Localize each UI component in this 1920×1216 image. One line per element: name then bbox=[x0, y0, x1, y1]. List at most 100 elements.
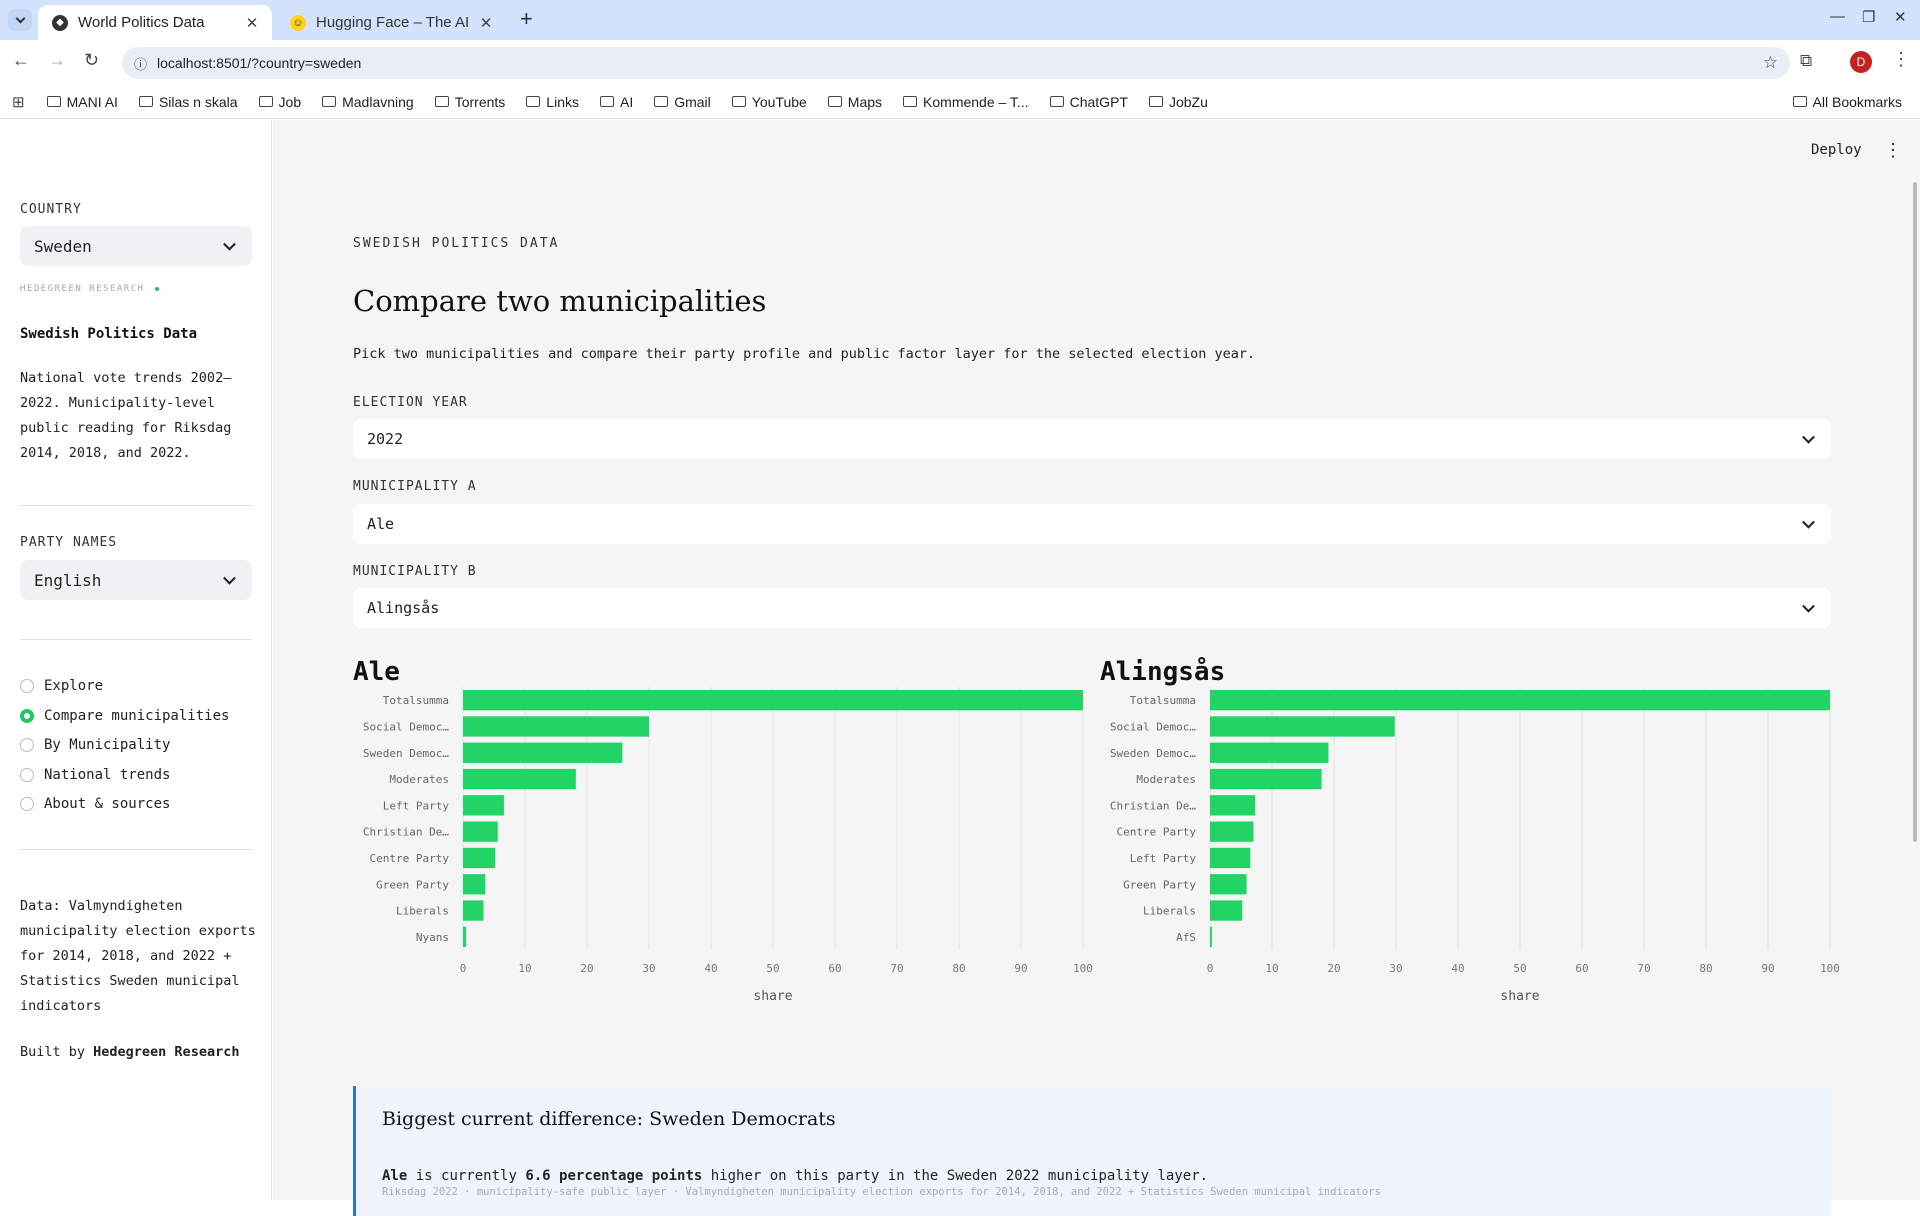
bar-sweden-democ- bbox=[1210, 742, 1329, 763]
bar-moderates bbox=[1210, 768, 1322, 790]
nav-label: By Municipality bbox=[44, 737, 171, 754]
radio-icon bbox=[20, 767, 34, 782]
bookmark-item[interactable]: Links bbox=[526, 94, 579, 110]
restore-icon[interactable]: ❐ bbox=[1862, 8, 1875, 26]
y-category-label: Left Party bbox=[1130, 852, 1197, 865]
x-tick-label: 0 bbox=[460, 962, 467, 975]
folder-icon bbox=[1792, 96, 1807, 107]
main-content: Deploy ⋮ SWEDISH POLITICS DATA Compare t… bbox=[273, 120, 1920, 1216]
tab-hugging-face[interactable]: ☺ Hugging Face – The AI community buildi… bbox=[276, 5, 506, 40]
election-year-select[interactable]: 2022 bbox=[353, 419, 1831, 459]
all-bookmarks[interactable]: All Bookmarks bbox=[1792, 94, 1902, 110]
extensions-icon[interactable]: ⧉ bbox=[1800, 51, 1812, 71]
x-tick-label: 20 bbox=[580, 962, 593, 975]
forward-arrow-icon[interactable]: → bbox=[48, 50, 66, 71]
bookmark-item[interactable]: MANI AI bbox=[46, 93, 118, 110]
tab-world-politics[interactable]: ◆ World Politics Data ✕ bbox=[38, 5, 272, 40]
bookmark-item[interactable]: Silas n skala bbox=[138, 94, 238, 110]
built-by-name: Hedegreen Research bbox=[93, 1044, 240, 1060]
bookmark-item[interactable]: Madlavning bbox=[322, 94, 414, 110]
callout-text-1: is currently bbox=[407, 1168, 526, 1184]
apps-grid-icon[interactable]: ⊞ bbox=[12, 93, 25, 111]
bar-sweden-democ- bbox=[463, 742, 623, 763]
party-names-label: PARTY NAMES bbox=[20, 535, 118, 550]
bar-green-party bbox=[463, 874, 486, 895]
nav-label: National trends bbox=[44, 766, 171, 783]
nav-label: Explore bbox=[44, 678, 104, 694]
bar-liberals bbox=[463, 900, 484, 921]
bookmark-item[interactable]: JobZu bbox=[1148, 94, 1208, 110]
election-year-value: 2022 bbox=[367, 430, 404, 448]
country-select[interactable]: Sweden bbox=[20, 226, 252, 266]
x-tick-label: 50 bbox=[1513, 962, 1526, 975]
minimize-icon[interactable]: — bbox=[1830, 8, 1845, 25]
deploy-button[interactable]: Deploy bbox=[1811, 142, 1862, 158]
address-bar[interactable]: ⓘ localhost:8501/?country=sweden ☆ bbox=[122, 47, 1790, 79]
new-tab-button[interactable]: + bbox=[520, 6, 533, 32]
nav-radio-compare-municipalities[interactable]: Compare municipalities bbox=[20, 708, 229, 724]
bookmark-star-icon[interactable]: ☆ bbox=[1763, 53, 1778, 73]
reload-icon[interactable]: ↻ bbox=[84, 50, 99, 71]
y-category-label: Moderates bbox=[389, 773, 449, 786]
close-tab-icon[interactable]: ✕ bbox=[240, 14, 264, 32]
close-window-icon[interactable]: ✕ bbox=[1894, 8, 1907, 26]
nav-radio-about-sources[interactable]: About & sources bbox=[20, 796, 170, 812]
bookmark-label: Maps bbox=[847, 93, 883, 110]
y-category-label: Totalsumma bbox=[383, 694, 449, 707]
x-tick-label: 70 bbox=[890, 962, 903, 975]
browser-menu-icon[interactable]: ⋮ bbox=[1892, 49, 1910, 70]
folder-icon bbox=[1049, 96, 1064, 107]
nav-radio-national-trends[interactable]: National trends bbox=[20, 767, 170, 783]
back-arrow-icon[interactable]: ← bbox=[12, 50, 30, 71]
url-text: localhost:8501/?country=sweden bbox=[157, 55, 362, 71]
page-subtitle: Pick two municipalities and compare thei… bbox=[353, 346, 1256, 362]
bookmark-item[interactable]: AI bbox=[599, 94, 633, 110]
party-names-select[interactable]: English bbox=[20, 560, 252, 600]
folder-icon bbox=[322, 96, 337, 107]
close-tab-icon[interactable]: ✕ bbox=[474, 14, 498, 32]
party-names-value: English bbox=[34, 570, 102, 590]
country-label: COUNTRY bbox=[20, 202, 82, 217]
app-menu-icon[interactable]: ⋮ bbox=[1884, 140, 1902, 161]
bar-afs bbox=[1210, 926, 1212, 947]
x-axis-label: share bbox=[1500, 989, 1539, 1004]
site-info-icon[interactable]: ⓘ bbox=[134, 54, 147, 73]
bookmark-label: MANI AI bbox=[66, 93, 118, 110]
bookmark-label: Gmail bbox=[674, 93, 711, 110]
callout-body: Ale is currently 6.6 percentage points h… bbox=[382, 1152, 1208, 1184]
bookmark-label: YouTube bbox=[751, 93, 807, 110]
bookmark-item[interactable]: Maps bbox=[827, 93, 883, 110]
folder-icon bbox=[903, 96, 918, 107]
chart-title: Alingsås bbox=[1100, 655, 1225, 687]
x-tick-label: 80 bbox=[952, 962, 965, 975]
municipality-a-value: Ale bbox=[367, 515, 395, 533]
x-tick-label: 60 bbox=[828, 962, 841, 975]
sidebar: COUNTRY Sweden HEDEGREEN RESEARCH Swedis… bbox=[0, 120, 272, 1200]
bookmark-item[interactable]: ChatGPT bbox=[1049, 93, 1128, 110]
bookmark-item[interactable]: Gmail bbox=[654, 94, 711, 110]
chevron-down-icon bbox=[1802, 430, 1815, 444]
folder-icon bbox=[1148, 96, 1163, 107]
folder-icon bbox=[654, 96, 669, 107]
callout-text-2: higher on this party in the Sweden 2022 … bbox=[702, 1168, 1209, 1184]
municipality-b-value: Alingsås bbox=[367, 599, 440, 617]
bookmark-label: ChatGPT bbox=[1069, 93, 1128, 110]
bookmark-label: Job bbox=[278, 93, 302, 110]
municipality-b-select[interactable]: Alingsås bbox=[353, 588, 1831, 628]
x-tick-label: 70 bbox=[1637, 962, 1650, 975]
built-by-prefix: Built by bbox=[20, 1044, 94, 1060]
nav-radio-explore[interactable]: Explore bbox=[20, 678, 103, 694]
bookmark-item[interactable]: YouTube bbox=[731, 93, 807, 110]
nav-radio-by-municipality[interactable]: By Municipality bbox=[20, 737, 170, 753]
bar-centre-party bbox=[463, 847, 496, 869]
profile-avatar[interactable]: D bbox=[1850, 51, 1872, 73]
chevron-down-icon bbox=[1802, 599, 1815, 613]
bookmark-item[interactable]: Torrents bbox=[434, 94, 505, 110]
bookmark-item[interactable]: Job bbox=[258, 93, 302, 110]
bar-totalsumma bbox=[1210, 690, 1830, 711]
data-source-note: Data: Valmyndigheten municipality electi… bbox=[20, 898, 256, 1014]
x-tick-label: 40 bbox=[704, 962, 717, 975]
tab-search-button[interactable] bbox=[8, 9, 32, 31]
municipality-a-select[interactable]: Ale bbox=[353, 504, 1831, 544]
bookmark-item[interactable]: Kommende – T... bbox=[903, 94, 1029, 110]
